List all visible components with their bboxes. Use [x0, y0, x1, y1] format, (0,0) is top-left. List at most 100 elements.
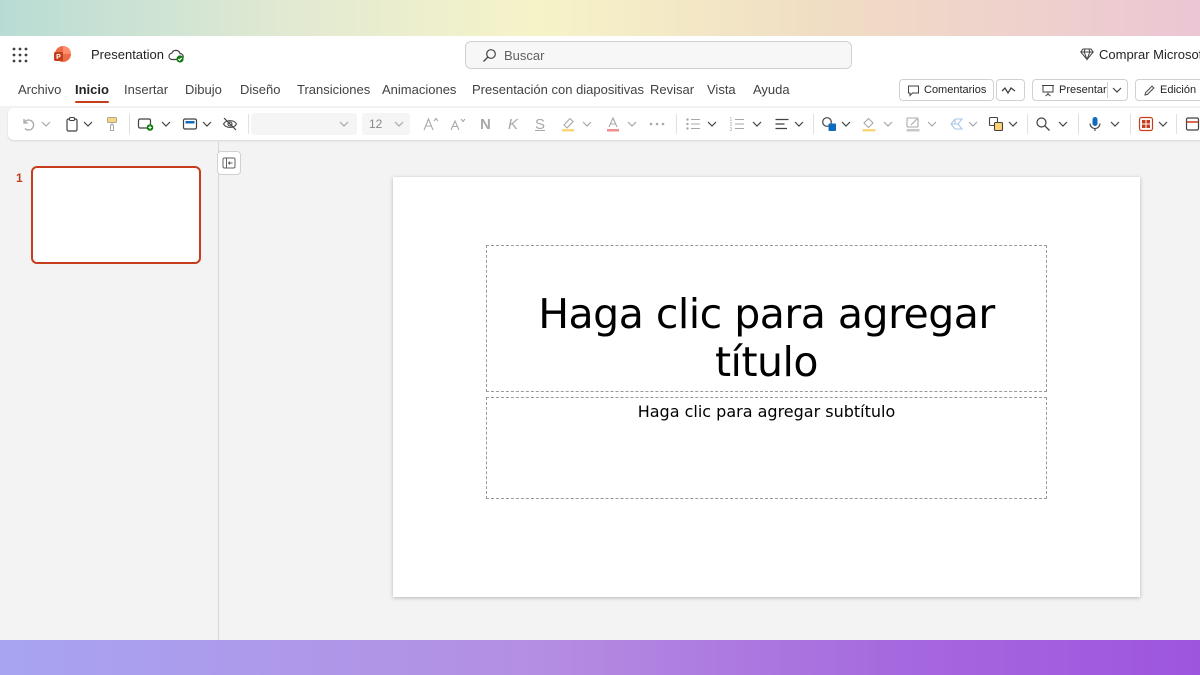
tab-archivo[interactable]: Archivo — [18, 82, 61, 97]
paste-button[interactable] — [64, 115, 80, 133]
new-slide-button[interactable] — [137, 115, 154, 133]
more-icon — [649, 122, 665, 126]
shape-fill-button[interactable] — [861, 115, 877, 133]
numbering-dropdown[interactable] — [752, 115, 762, 133]
cloud-saved-icon[interactable] — [167, 46, 185, 64]
undo-button[interactable] — [20, 115, 36, 133]
window-bottom-gradient — [0, 640, 1200, 675]
document-title[interactable]: Presentation — [91, 47, 164, 62]
buy-microsoft-link[interactable]: Comprar Microsoft — [1080, 47, 1200, 62]
layout-dropdown[interactable] — [202, 115, 212, 133]
designer-dropdown[interactable] — [1158, 115, 1168, 133]
shape-outline-dropdown[interactable] — [927, 115, 937, 133]
shape-outline-button[interactable] — [905, 115, 921, 133]
dictate-dropdown[interactable] — [1110, 115, 1120, 133]
search-icon — [483, 49, 496, 62]
shape-effects-dropdown[interactable] — [968, 115, 978, 133]
add-ins-button[interactable] — [1185, 115, 1200, 133]
bold-button[interactable]: N — [480, 115, 491, 133]
arrange-dropdown[interactable] — [1008, 115, 1018, 133]
tab-vista[interactable]: Vista — [707, 82, 736, 97]
chevron-down-icon — [1110, 121, 1120, 127]
window-top-gradient — [0, 0, 1200, 36]
subtitle-placeholder[interactable]: Haga clic para agregar subtítulo — [486, 397, 1047, 499]
title-bar: P Presentation Comprar Microsoft — [0, 36, 1200, 74]
chevron-down-icon — [83, 121, 93, 127]
shapes-icon — [822, 117, 836, 131]
title-placeholder[interactable]: Haga clic para agregar título — [486, 245, 1047, 392]
shape-outline-icon — [906, 117, 920, 132]
app-launcher-icon[interactable] — [12, 47, 28, 63]
chevron-down-icon — [883, 121, 893, 127]
more-font-options-button[interactable] — [649, 115, 665, 133]
shape-fill-icon — [862, 117, 876, 132]
hide-slide-button[interactable] — [222, 115, 238, 133]
arrange-button[interactable] — [988, 115, 1004, 133]
svg-text:P: P — [56, 54, 61, 61]
tab-diseno[interactable]: Diseño — [240, 82, 280, 97]
editing-mode-button[interactable]: Edición — [1135, 79, 1200, 101]
catch-up-button[interactable] — [996, 79, 1025, 101]
font-color-dropdown[interactable] — [627, 115, 637, 133]
slide-thumbnail[interactable] — [31, 166, 201, 264]
tab-animaciones[interactable]: Animaciones — [382, 82, 456, 97]
tab-dibujo[interactable]: Dibujo — [185, 82, 222, 97]
highlight-dropdown[interactable] — [582, 115, 592, 133]
italic-icon: K — [508, 115, 519, 133]
search-input[interactable] — [504, 46, 834, 64]
chevron-down-icon — [968, 121, 978, 127]
dictate-button[interactable] — [1087, 115, 1103, 133]
font-grow-icon — [423, 117, 439, 131]
collapse-pane-button[interactable] — [217, 151, 241, 175]
grow-font-button[interactable] — [422, 115, 440, 133]
shape-fill-dropdown[interactable] — [883, 115, 893, 133]
tab-transiciones[interactable]: Transiciones — [297, 82, 370, 97]
font-color-button[interactable] — [605, 115, 621, 133]
format-painter-button[interactable] — [105, 115, 119, 133]
align-dropdown[interactable] — [794, 115, 804, 133]
chevron-down-icon — [1008, 121, 1018, 127]
undo-dropdown[interactable] — [41, 115, 51, 133]
shapes-dropdown[interactable] — [841, 115, 851, 133]
present-button[interactable]: Presentar — [1032, 79, 1128, 101]
tab-insertar[interactable]: Insertar — [124, 82, 168, 97]
chevron-down-icon[interactable] — [1112, 86, 1122, 94]
powerpoint-logo-icon[interactable]: P — [52, 45, 72, 65]
highlight-button[interactable] — [560, 115, 576, 133]
paste-dropdown[interactable] — [83, 115, 93, 133]
numbering-button[interactable]: 1 2 3 — [729, 115, 745, 133]
search-box[interactable] — [465, 41, 852, 69]
slide-canvas[interactable]: Haga clic para agregar título Haga clic … — [393, 177, 1140, 597]
add-ins-icon — [1185, 117, 1200, 131]
font-size-select[interactable]: 12 — [362, 113, 410, 135]
tab-ayuda[interactable]: Ayuda — [753, 82, 790, 97]
font-family-select[interactable] — [251, 113, 357, 135]
pencil-icon — [1144, 84, 1155, 96]
align-icon — [775, 118, 789, 130]
hide-slide-icon — [222, 117, 238, 131]
format-painter-icon — [107, 117, 117, 131]
new-slide-dropdown[interactable] — [161, 115, 171, 133]
tab-revisar[interactable]: Revisar — [650, 82, 694, 97]
arrange-icon — [988, 116, 1004, 132]
chevron-down-icon — [752, 121, 762, 127]
bullets-dropdown[interactable] — [707, 115, 717, 133]
designer-button[interactable] — [1138, 115, 1154, 133]
underline-button[interactable]: S — [535, 115, 545, 133]
find-button[interactable] — [1035, 115, 1051, 133]
align-button[interactable] — [774, 115, 790, 133]
find-dropdown[interactable] — [1058, 115, 1068, 133]
chevron-down-icon — [841, 121, 851, 127]
present-icon — [1042, 84, 1054, 96]
divider — [813, 114, 814, 134]
shapes-button[interactable] — [821, 115, 838, 133]
shrink-font-button[interactable] — [449, 115, 467, 133]
tab-presentacion[interactable]: Presentación con diapositivas — [472, 82, 644, 97]
chevron-down-icon — [161, 121, 171, 127]
comments-button[interactable]: Comentarios — [899, 79, 995, 101]
layout-button[interactable] — [182, 115, 198, 133]
bullets-button[interactable] — [685, 115, 701, 133]
shape-effects-button[interactable] — [949, 115, 965, 133]
tab-inicio[interactable]: Inicio — [75, 82, 109, 103]
italic-button[interactable]: K — [508, 115, 518, 133]
